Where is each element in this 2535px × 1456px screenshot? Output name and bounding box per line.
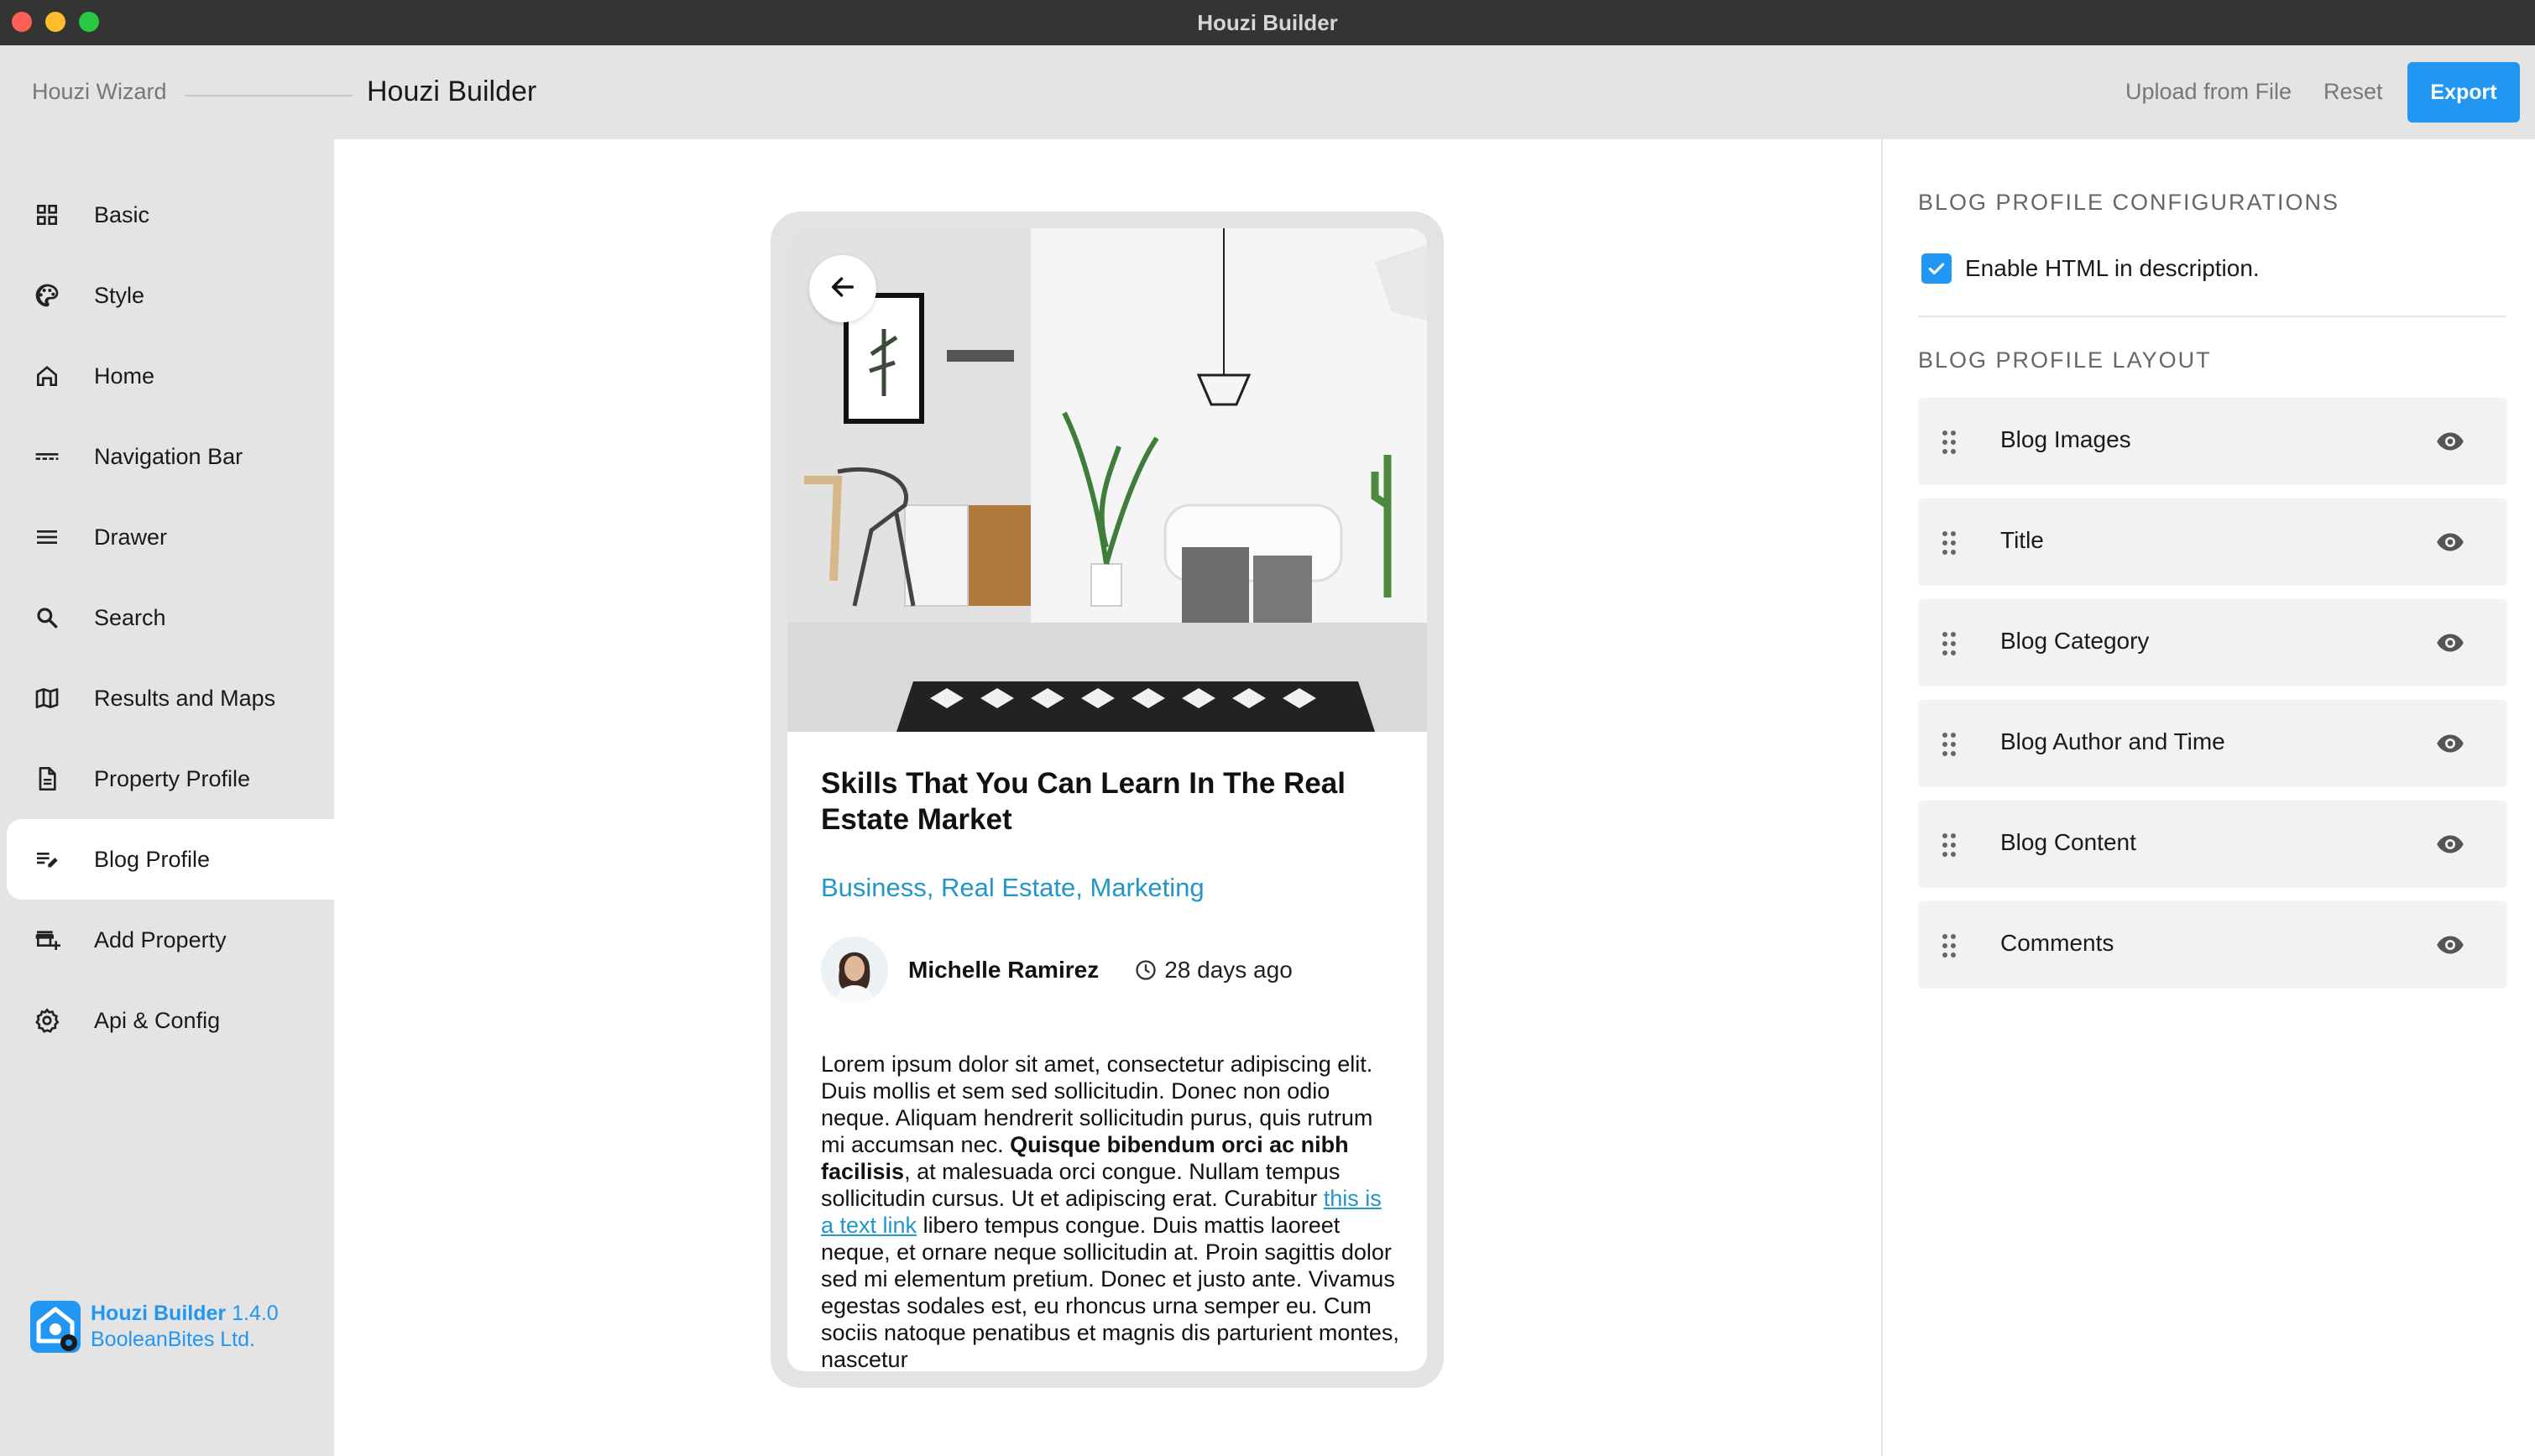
layout-item-label: Comments (2000, 930, 2114, 956)
grid-icon (32, 200, 62, 230)
sidebar-item-api-config[interactable]: Api & Config (7, 980, 334, 1061)
enable-html-option[interactable]: Enable HTML in description. (1921, 253, 2260, 284)
drag-handle-icon[interactable] (1940, 529, 1958, 557)
zoom-window-button[interactable] (79, 12, 99, 32)
post-time: 28 days ago (1164, 957, 1293, 983)
app-brand: Houzi Builder 1.4.0 BooleanBites Ltd. (30, 1297, 279, 1356)
sidebar-item-add-property[interactable]: Add Property (7, 900, 334, 980)
layout-heading: BLOG PROFILE LAYOUT (1918, 347, 2212, 373)
sidebar-item-label: Results and Maps (94, 685, 276, 711)
drag-handle-icon[interactable] (1940, 831, 1958, 859)
sidebar-item-style[interactable]: Style (7, 255, 334, 336)
phone-preview: Skills That You Can Learn In The Real Es… (771, 211, 1444, 1388)
sidebar-item-drawer[interactable]: Drawer (7, 497, 334, 577)
sidebar-item-navigation-bar[interactable]: Navigation Bar (7, 416, 334, 497)
upload-from-file-button[interactable]: Upload from File (2125, 79, 2292, 105)
sidebar-item-label: Style (94, 282, 145, 308)
sidebar-item-label: Blog Profile (94, 846, 211, 872)
sidebar-item-results-and-maps[interactable]: Results and Maps (7, 658, 334, 738)
eye-icon[interactable] (2433, 628, 2467, 658)
brand-company: BooleanBites Ltd. (91, 1328, 255, 1351)
sidebar-item-label: Home (94, 363, 155, 389)
sidebar-item-blog-profile[interactable]: Blog Profile (7, 819, 334, 900)
eye-icon[interactable] (2433, 829, 2467, 859)
layout-item-label: Blog Category (2000, 628, 2150, 654)
blog-categories[interactable]: Business, Real Estate, Marketing (821, 873, 1205, 903)
configurations-heading: BLOG PROFILE CONFIGURATIONS (1918, 190, 2340, 215)
blog-title: Skills That You Can Learn In The Real Es… (821, 767, 1346, 836)
search-icon (32, 603, 62, 633)
map-icon (32, 683, 62, 713)
eye-icon[interactable] (2433, 426, 2467, 457)
app-header: Houzi Wizard Houzi Builder Upload from F… (0, 45, 2535, 139)
eye-icon[interactable] (2433, 930, 2467, 960)
drag-handle-icon[interactable] (1940, 932, 1958, 960)
palette-icon (32, 280, 62, 311)
clock-icon (1134, 958, 1158, 982)
brand-version: 1.4.0 (232, 1302, 279, 1325)
drag-handle-icon[interactable] (1940, 428, 1958, 457)
drag-handle-icon[interactable] (1940, 730, 1958, 759)
close-window-button[interactable] (12, 12, 32, 32)
sidebar-item-label: Navigation Bar (94, 443, 243, 469)
sidebar-item-basic[interactable]: Basic (7, 175, 334, 255)
blog-content: Lorem ipsum dolor sit amet, consectetur … (821, 1051, 1400, 1371)
brand-info: Houzi Builder 1.4.0 BooleanBites Ltd. (91, 1301, 279, 1353)
layout-item-blog-author-and-time[interactable]: Blog Author and Time (1918, 700, 2507, 787)
sidebar-item-property-profile[interactable]: Property Profile (7, 738, 334, 819)
brand-name: Houzi Builder (91, 1302, 227, 1325)
document-icon (32, 764, 62, 794)
layout-item-blog-images[interactable]: Blog Images (1918, 398, 2507, 485)
layout-item-blog-category[interactable]: Blog Category (1918, 599, 2507, 686)
sidebar-item-label: Api & Config (94, 1007, 221, 1033)
layout-item-comments[interactable]: Comments (1918, 901, 2507, 989)
blog-author-row: Michelle Ramirez 28 days ago (821, 935, 1392, 1005)
navigation-bar-icon (32, 441, 62, 472)
page-title: Houzi Builder (367, 76, 537, 107)
gear-icon (32, 1005, 62, 1036)
sidebar: Basic Style Home Navigation Bar Drawer S… (0, 139, 334, 1456)
layout-item-label: Blog Images (2000, 426, 2131, 452)
config-panel: BLOG PROFILE CONFIGURATIONS Enable HTML … (1881, 139, 2535, 1456)
layout-item-title[interactable]: Title (1918, 498, 2507, 586)
edit-note-icon (32, 844, 62, 874)
eye-icon[interactable] (2433, 728, 2467, 759)
add-business-icon (32, 925, 62, 955)
sidebar-item-label: Add Property (94, 926, 227, 952)
houzi-logo (30, 1301, 81, 1353)
layout-item-label: Blog Author and Time (2000, 728, 2225, 754)
breadcrumb-divider (185, 95, 353, 97)
blog-hero-image (787, 228, 1427, 732)
home-icon (32, 361, 62, 391)
breadcrumb-wizard[interactable]: Houzi Wizard (32, 79, 167, 105)
avatar (821, 937, 888, 1004)
export-button[interactable]: Export (2407, 62, 2520, 123)
phone-screen: Skills That You Can Learn In The Real Es… (787, 228, 1427, 1371)
sidebar-item-label: Basic (94, 201, 150, 227)
enable-html-checkbox[interactable] (1921, 253, 1952, 284)
menu-icon (32, 522, 62, 552)
minimize-window-button[interactable] (45, 12, 65, 32)
back-button[interactable] (809, 255, 876, 322)
enable-html-label: Enable HTML in description. (1965, 255, 2260, 281)
window-title: Houzi Builder (1197, 9, 1338, 35)
sidebar-item-home[interactable]: Home (7, 336, 334, 416)
sidebar-item-label: Search (94, 604, 166, 630)
author-name: Michelle Ramirez (908, 957, 1100, 983)
eye-icon[interactable] (2433, 527, 2467, 557)
window-titlebar: Houzi Builder (0, 0, 2535, 45)
reset-button[interactable]: Reset (2323, 79, 2383, 105)
drag-handle-icon[interactable] (1940, 629, 1958, 658)
sidebar-item-label: Property Profile (94, 765, 251, 791)
sidebar-item-label: Drawer (94, 524, 168, 550)
arrow-back-icon (828, 273, 857, 305)
divider (1918, 316, 2506, 317)
layout-item-blog-content[interactable]: Blog Content (1918, 801, 2507, 888)
layout-item-label: Title (2000, 527, 2044, 553)
sidebar-item-search[interactable]: Search (7, 577, 334, 658)
layout-item-label: Blog Content (2000, 829, 2136, 855)
